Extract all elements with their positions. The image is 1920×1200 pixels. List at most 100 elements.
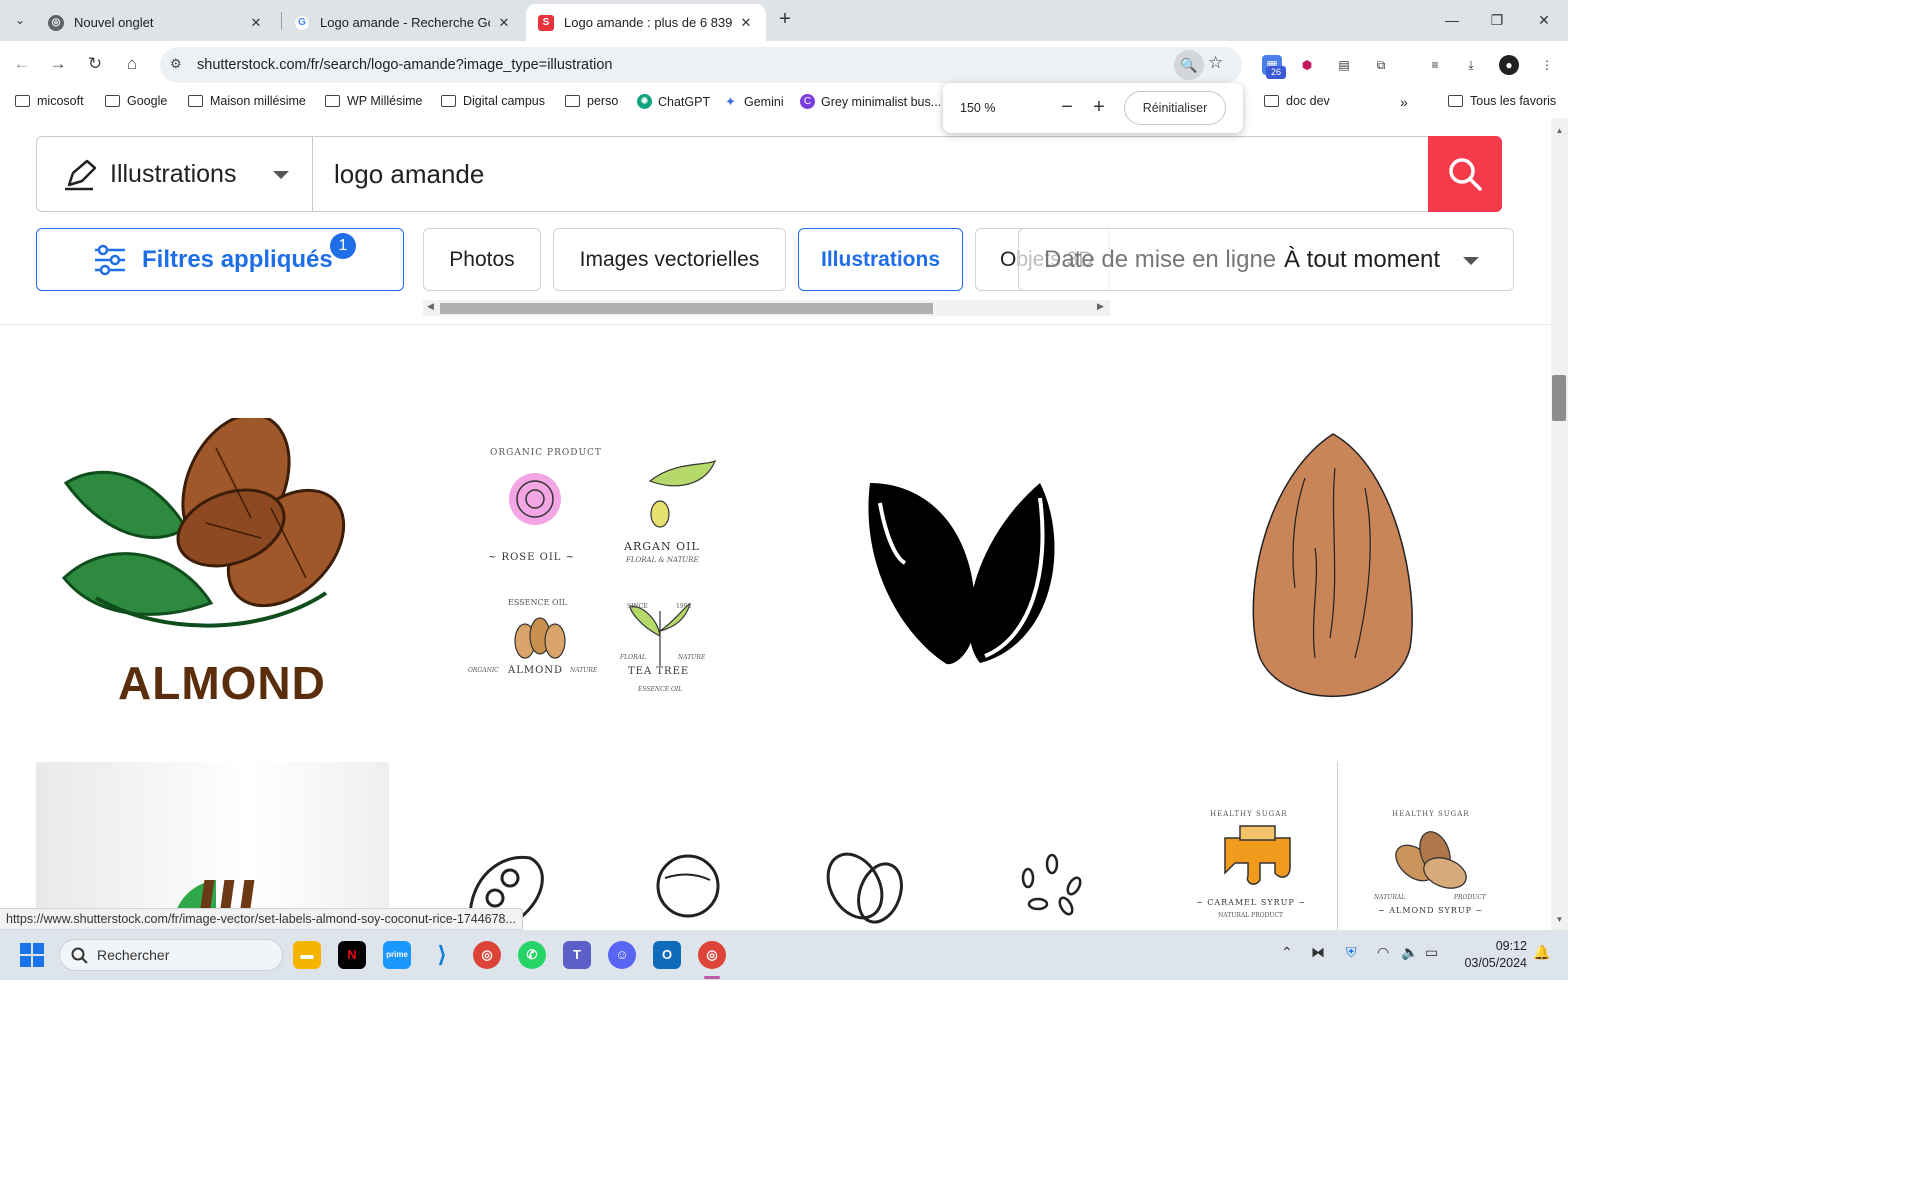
zoom-out-button[interactable]: − — [1056, 95, 1078, 119]
restore-button[interactable]: ❐ — [1485, 8, 1509, 32]
label-text: ESSENCE OIL — [508, 598, 568, 607]
file-explorer-icon[interactable]: ▬ — [293, 941, 321, 969]
tab-search-button[interactable]: ⌄ — [6, 6, 34, 34]
page-scrollbar[interactable]: ▲ ▼ — [1551, 118, 1568, 930]
scroll-left-icon[interactable]: ◀ — [427, 301, 434, 312]
label-text: HEALTHY SUGAR — [1392, 810, 1470, 818]
url-text[interactable]: shutterstock.com/fr/search/logo-amande?i… — [197, 57, 612, 73]
result-rice-icon[interactable] — [1010, 846, 1090, 930]
prime-video-icon[interactable]: prime — [383, 941, 411, 969]
discord-icon[interactable]: ☺ — [608, 941, 636, 969]
filter-chips-scrollbar[interactable]: ◀ ▶ — [423, 300, 1110, 316]
menu-kebab-icon[interactable]: ⋮ — [1537, 55, 1557, 75]
label-text: FLORAL — [620, 654, 646, 661]
scroll-up-icon[interactable]: ▲ — [1551, 126, 1568, 135]
result-almond-drawing[interactable] — [1245, 428, 1425, 718]
result-gradient-logo[interactable] — [36, 762, 389, 930]
chrome-icon[interactable]: ◎ — [473, 941, 501, 969]
notifications-bell-icon[interactable]: 🔔 — [1533, 944, 1550, 961]
battery-icon[interactable]: ▭ — [1425, 944, 1438, 961]
close-icon[interactable]: ✕ — [738, 15, 754, 31]
bookmark-wp-millesime[interactable]: WP Millésime — [325, 94, 422, 108]
taskbar-search-label: Rechercher — [97, 947, 170, 963]
tab-google-search[interactable]: G Logo amande - Recherche Google ✕ — [282, 4, 524, 41]
scrollbar-thumb[interactable] — [440, 303, 933, 314]
result-caramel-syrup-label[interactable]: HEALTHY SUGAR ~ CARAMEL SYRUP ~ NATURAL … — [1180, 808, 1320, 930]
forward-button[interactable]: → — [45, 51, 71, 77]
caret-down-icon — [1463, 257, 1479, 265]
clock-time: 09:12 — [1495, 939, 1527, 953]
security-shield-icon[interactable]: ⛨ — [1346, 944, 1357, 961]
image-type-select[interactable]: Illustrations — [36, 136, 313, 212]
zoom-icon[interactable]: 🔍 — [1174, 50, 1204, 80]
wifi-icon[interactable]: ◠ — [1377, 944, 1389, 961]
bookmark-star-icon[interactable]: ☆ — [1208, 53, 1223, 73]
extension-cube-icon[interactable]: ⬢ — [1297, 55, 1317, 75]
tab-new-tab[interactable]: ◎ Nouvel onglet ✕ — [36, 4, 276, 41]
search-icon — [1449, 158, 1482, 191]
tab-shutterstock[interactable]: S Logo amande : plus de 6 839 illustrati… — [526, 4, 766, 41]
taskbar-clock[interactable]: 09:12 03/05/2024 — [1452, 938, 1527, 972]
whatsapp-icon[interactable]: ✆ — [518, 941, 546, 969]
bookmark-google[interactable]: Google — [105, 94, 167, 108]
address-bar[interactable]: ⚙ shutterstock.com/fr/search/logo-amande… — [160, 47, 1242, 83]
search-input[interactable]: logo amande — [312, 136, 1429, 212]
teams-icon[interactable]: T — [563, 941, 591, 969]
label-text: NATURAL PRODUCT — [1218, 912, 1283, 919]
windows-start-icon[interactable] — [20, 943, 44, 967]
profile-avatar[interactable]: ● — [1499, 55, 1519, 75]
volume-icon[interactable]: 🔈 — [1401, 944, 1418, 961]
chip-photos[interactable]: Photos — [423, 228, 541, 291]
chip-illustrations[interactable]: Illustrations — [798, 228, 963, 291]
applied-filters-button[interactable]: Filtres appliqués 1 — [36, 228, 404, 291]
download-icon[interactable]: ⤓ — [1461, 55, 1481, 75]
reload-button[interactable]: ↻ — [82, 51, 108, 77]
minimize-button[interactable]: — — [1440, 8, 1464, 32]
taskbar-search[interactable]: Rechercher — [59, 939, 283, 971]
bookmark-gemini[interactable]: ✦ Gemini — [723, 94, 784, 109]
new-tab-button[interactable]: + — [773, 8, 797, 32]
bookmark-doc-dev[interactable]: doc dev — [1264, 94, 1330, 108]
bookmark-chatgpt[interactable]: ✺ ChatGPT — [637, 94, 710, 109]
bookmark-grey-minimalist[interactable]: C Grey minimalist bus... — [800, 94, 941, 109]
netflix-icon[interactable]: N — [338, 941, 366, 969]
oil-labels-illustration — [509, 459, 717, 666]
site-info-icon[interactable]: ⚙ — [170, 56, 182, 72]
result-black-almond-silhouette[interactable] — [850, 463, 1080, 683]
upload-date-value: À tout moment — [1284, 246, 1441, 273]
almond-silhouette-illustration — [868, 483, 1055, 665]
bookmarks-overflow-icon[interactable]: » — [1400, 94, 1408, 110]
home-button[interactable]: ⌂ — [119, 51, 145, 77]
tray-overflow-icon[interactable]: ⌃ — [1281, 944, 1293, 961]
dropbox-icon[interactable]: ⧓ — [1311, 944, 1325, 961]
bookmark-digital-campus[interactable]: Digital campus — [441, 94, 545, 108]
extensions-puzzle-icon[interactable]: ⧉ — [1371, 55, 1391, 75]
zoom-reset-button[interactable]: Réinitialiser — [1124, 91, 1226, 125]
bookmark-all-favorites[interactable]: Tous les favoris — [1448, 94, 1556, 108]
outlook-icon[interactable]: O — [653, 941, 681, 969]
scroll-down-icon[interactable]: ▼ — [1551, 915, 1568, 924]
extension-document-icon[interactable]: ▤ — [1334, 55, 1354, 75]
bookmark-micosoft[interactable]: micosoft — [15, 94, 84, 108]
result-almond-logo[interactable]: ALMOND — [36, 413, 396, 728]
page-scrollbar-thumb[interactable] — [1552, 375, 1566, 421]
search-query[interactable]: logo amande — [334, 159, 484, 190]
scroll-right-icon[interactable]: ▶ — [1097, 301, 1104, 312]
chip-vector-images[interactable]: Images vectorielles — [553, 228, 786, 291]
window-close-button[interactable]: ✕ — [1532, 8, 1556, 32]
bookmark-perso[interactable]: perso — [565, 94, 618, 108]
zoom-in-button[interactable]: + — [1088, 95, 1110, 119]
back-button[interactable]: ← — [9, 51, 35, 77]
upload-date-select[interactable]: Date de mise en ligne À tout moment — [1018, 228, 1514, 291]
result-almond-syrup-label[interactable]: HEALTHY SUGAR NATURAL PRODUCT ~ ALMOND S… — [1370, 808, 1490, 930]
search-button[interactable] — [1428, 136, 1502, 212]
browser-toolbar: ← → ↻ ⌂ ⚙ shutterstock.com/fr/search/log… — [0, 41, 1568, 88]
close-icon[interactable]: ✕ — [248, 15, 264, 31]
bookmark-maison-millesime[interactable]: Maison millésime — [188, 94, 306, 108]
chrome-active-icon[interactable]: ◎ — [698, 941, 726, 969]
label-text: ~ CARAMEL SYRUP ~ — [1196, 898, 1306, 907]
close-icon[interactable]: ✕ — [496, 15, 512, 31]
vscode-icon[interactable]: ⟩ — [428, 941, 456, 969]
media-control-icon[interactable]: ≡ — [1425, 55, 1445, 75]
result-oil-labels[interactable]: ORGANIC PRODUCT ~ ROSE OIL ~ ARGAN OIL F… — [460, 436, 740, 706]
